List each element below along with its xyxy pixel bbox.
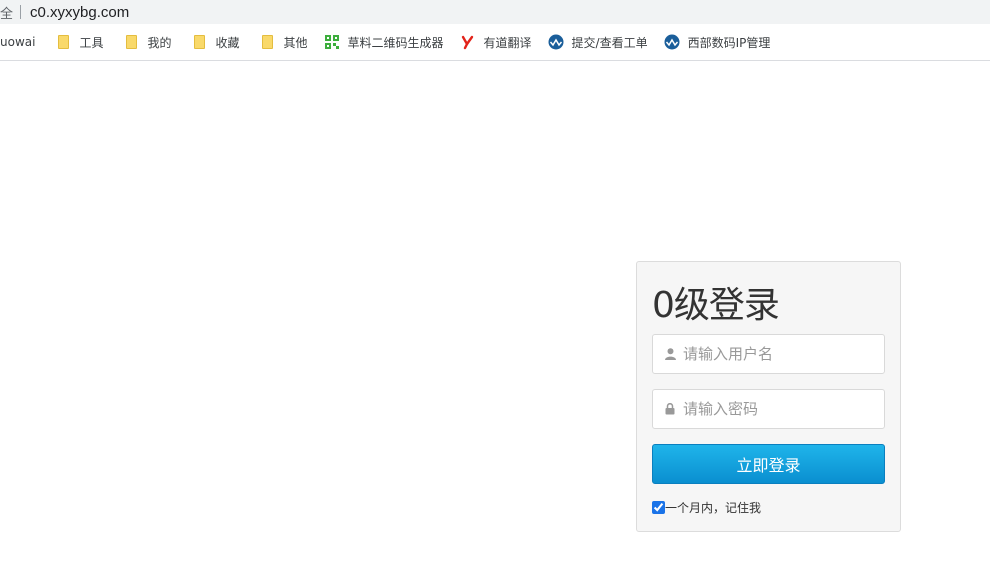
bookmark-label: 草料二维码生成器 <box>347 35 444 50</box>
bookmark-qrcode-generator[interactable]: 草料二维码生成器 <box>324 29 452 55</box>
bookmark-uowai[interactable]: uowai <box>0 29 51 55</box>
username-input[interactable] <box>683 336 873 372</box>
bookmark-other[interactable]: 其他 <box>260 29 316 55</box>
login-title: 0级登录 <box>652 285 780 326</box>
bookmark-label: 我的 <box>147 35 172 50</box>
bookmark-label: 工具 <box>79 35 104 50</box>
bookmarks-bar: uowai 工具 我的 收藏 其他 草料二维码生成器 有道翻译 提交/查看工单 … <box>0 24 990 61</box>
folder-icon <box>191 34 207 50</box>
west-icon <box>664 34 680 50</box>
user-icon <box>663 347 677 361</box>
remember-label: 一个月内，记住我 <box>665 501 762 515</box>
bookmark-youdao-translate[interactable]: 有道翻译 <box>460 29 540 55</box>
youdao-icon <box>460 34 476 50</box>
bookmark-favorites[interactable]: 收藏 <box>191 29 247 55</box>
remember-me[interactable]: 一个月内，记住我 <box>652 499 761 516</box>
login-panel: 0级登录 立即登录 一个月内，记住我 <box>636 261 901 532</box>
remember-checkbox[interactable] <box>652 501 665 514</box>
bookmark-label: 收藏 <box>215 35 240 50</box>
login-button[interactable]: 立即登录 <box>652 444 885 484</box>
site-info-label[interactable]: 全 <box>0 3 13 22</box>
password-input[interactable] <box>683 391 873 427</box>
folder-icon <box>123 34 139 50</box>
address-bar[interactable]: 全 c0.xyxybg.com <box>0 0 990 24</box>
bookmark-submit-ticket[interactable]: 提交/查看工单 <box>548 29 656 55</box>
bookmark-label: 提交/查看工单 <box>571 35 648 50</box>
bookmark-label: uowai <box>0 35 36 49</box>
bookmark-tools[interactable]: 工具 <box>55 29 111 55</box>
password-field[interactable] <box>652 389 885 429</box>
folder-icon <box>260 34 276 50</box>
qrcode-icon <box>324 34 340 50</box>
lock-icon <box>663 402 677 416</box>
bookmark-mine[interactable]: 我的 <box>123 29 179 55</box>
username-field[interactable] <box>652 334 885 374</box>
bookmark-label: 其他 <box>283 35 308 50</box>
bookmark-label: 有道翻译 <box>483 35 532 50</box>
url-text[interactable]: c0.xyxybg.com <box>30 4 129 21</box>
address-divider <box>20 5 22 19</box>
bookmark-label: 西部数码IP管理 <box>687 35 771 50</box>
west-icon <box>548 34 564 50</box>
folder-icon <box>55 34 71 50</box>
bookmark-west-ip-management[interactable]: 西部数码IP管理 <box>664 29 779 55</box>
